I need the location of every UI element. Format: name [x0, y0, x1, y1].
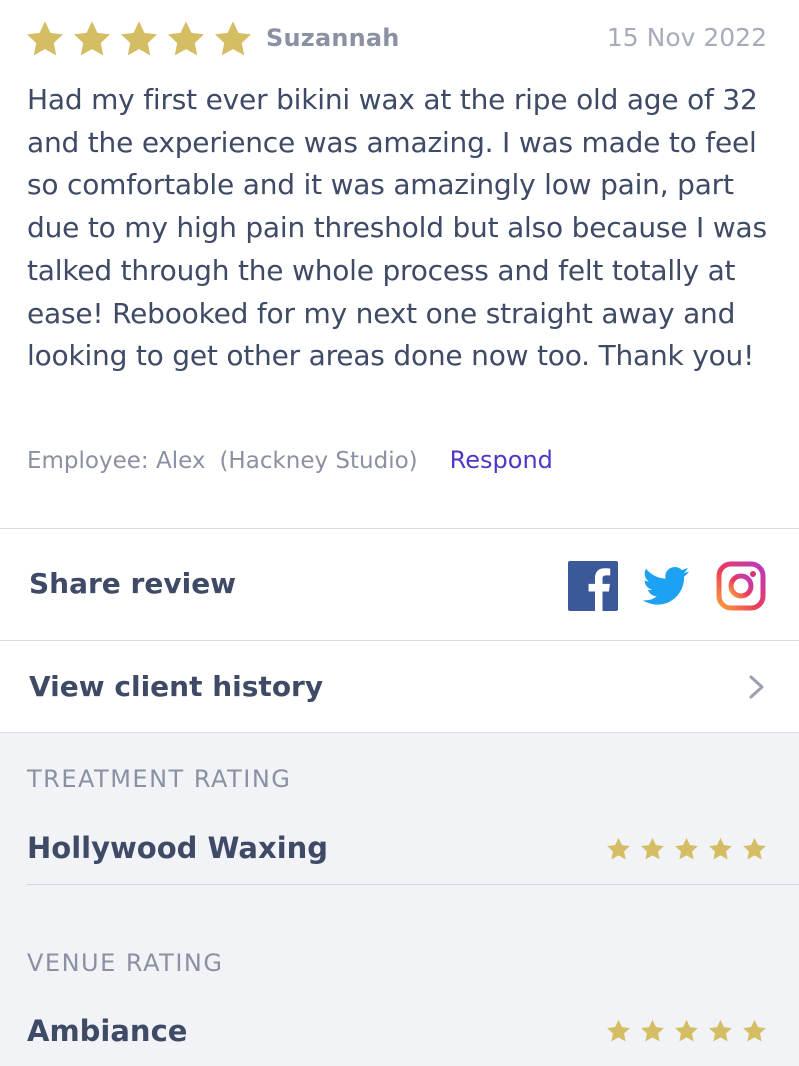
treatment-star-rating — [606, 837, 767, 861]
review-date: 15 Nov 2022 — [606, 23, 767, 52]
reviewer-name: Suzannah — [266, 24, 400, 52]
review-card: Suzannah 15 Nov 2022 Had my first ever b… — [0, 0, 799, 528]
venue-star-rating — [606, 1019, 767, 1043]
twitter-icon[interactable] — [641, 561, 691, 611]
chevron-right-icon — [749, 675, 764, 699]
treatment-rating-heading: TREATMENT RATING — [27, 765, 292, 793]
star-icon — [214, 21, 252, 56]
divider — [27, 884, 799, 885]
instagram-icon[interactable] — [716, 561, 766, 611]
star-icon — [641, 1019, 664, 1042]
venue-name: Ambiance — [27, 1014, 188, 1048]
review-meta: Employee: Alex (Hackney Studio) Respond — [27, 446, 553, 474]
ratings-section: TREATMENT RATING Hollywood Waxing VENUE … — [0, 733, 799, 1066]
view-client-history-label: View client history — [29, 670, 324, 703]
view-client-history-row[interactable]: View client history — [0, 641, 799, 732]
star-icon — [26, 21, 64, 56]
studio-label: (Hackney Studio) — [219, 448, 418, 474]
star-icon — [73, 21, 111, 56]
review-star-rating — [25, 20, 253, 58]
star-icon — [607, 1019, 630, 1042]
share-review-label: Share review — [29, 567, 237, 600]
star-icon — [675, 837, 698, 860]
share-review-row: Share review — [0, 529, 799, 640]
facebook-icon[interactable] — [568, 561, 618, 611]
star-icon — [743, 1019, 766, 1042]
star-icon — [641, 837, 664, 860]
star-icon — [709, 1019, 732, 1042]
review-body: Had my first ever bikini wax at the ripe… — [27, 83, 767, 373]
star-icon — [743, 837, 766, 860]
respond-link[interactable]: Respond — [450, 446, 553, 474]
treatment-name: Hollywood Waxing — [27, 831, 329, 865]
star-icon — [167, 21, 205, 56]
star-icon — [607, 837, 630, 860]
star-icon — [120, 21, 158, 56]
venue-rating-heading: VENUE RATING — [27, 949, 224, 977]
employee-label: Employee: Alex — [27, 448, 206, 474]
star-icon — [675, 1019, 698, 1042]
star-icon — [709, 837, 732, 860]
